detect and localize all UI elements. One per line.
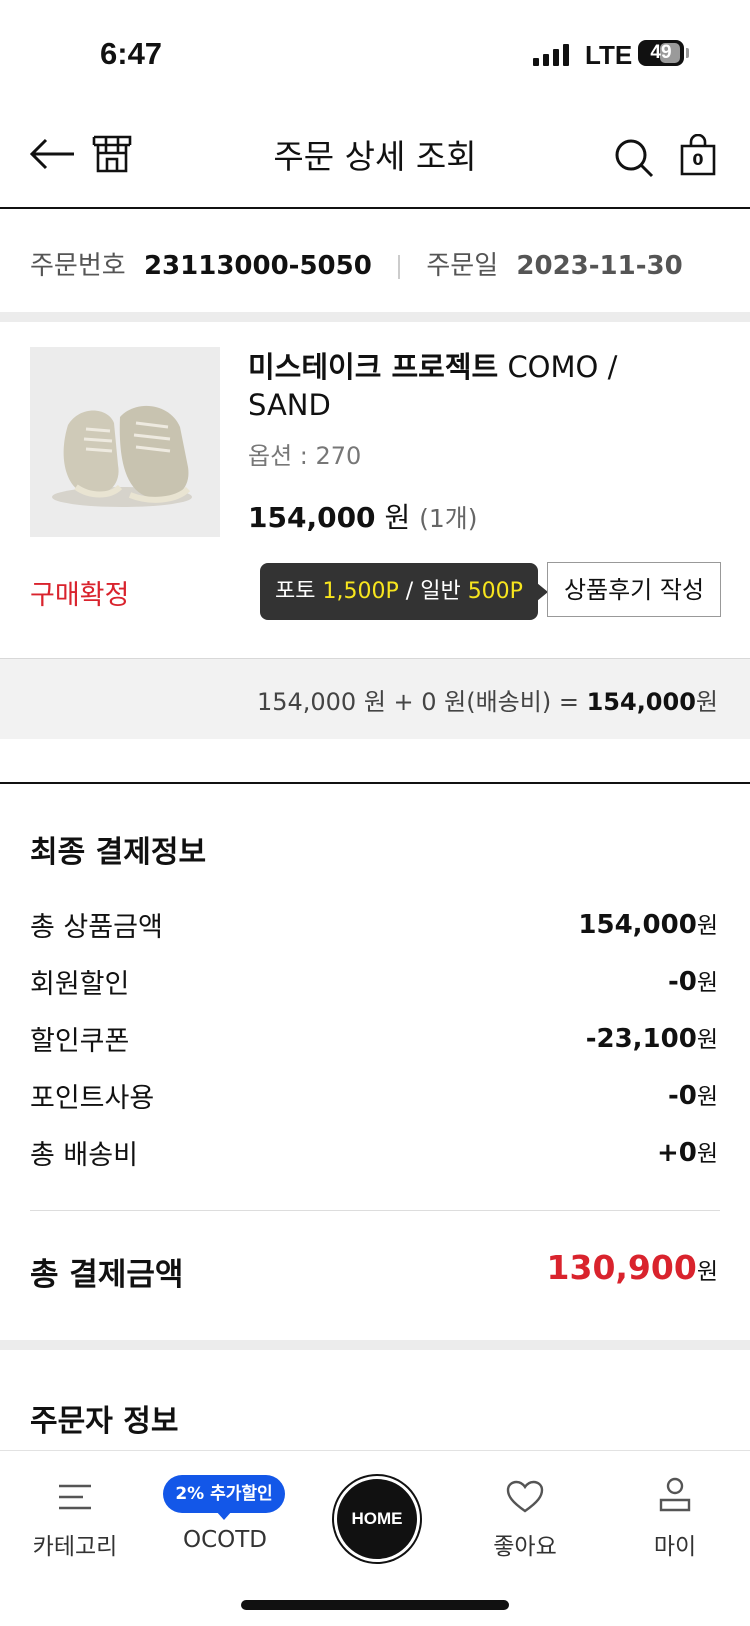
search-icon <box>615 139 654 178</box>
signal-icon <box>533 44 571 66</box>
section-divider <box>0 782 750 784</box>
battery-icon: 49 <box>638 40 684 66</box>
battery-tip <box>686 48 689 58</box>
order-date: 2023-11-30 <box>516 251 683 281</box>
review-points-tooltip: 포토 1,500P / 일반 500P <box>260 563 538 620</box>
network-label: LTE <box>585 40 633 70</box>
menu-icon <box>59 1484 91 1510</box>
section-gap <box>0 1340 750 1350</box>
orderer-title: 주문자 정보 <box>30 1404 179 1439</box>
row-label: 포인트사용 <box>30 1083 155 1114</box>
order-number: 23113000-5050 <box>143 251 372 281</box>
payment-divider <box>30 1210 720 1211</box>
nav-item-my[interactable]: 마이 <box>600 1470 750 1560</box>
order-status: 구매확정 <box>30 580 130 611</box>
home-indicator[interactable] <box>241 1600 509 1610</box>
payment-title: 최종 결제정보 <box>30 835 207 870</box>
row-value: -23,100원 <box>585 1024 718 1054</box>
row-label: 회원할인 <box>30 969 130 1000</box>
product-brand: 미스테이크 프로젝트 <box>248 350 499 384</box>
order-date-label: 주문일 <box>426 251 499 281</box>
home-button[interactable]: HOME <box>334 1476 420 1562</box>
cart-count: 0 <box>692 150 704 169</box>
header-divider <box>0 207 750 209</box>
status-time: 6:47 <box>100 36 163 71</box>
total-label: 총 결제금액 <box>30 1257 184 1293</box>
row-label: 총 배송비 <box>30 1140 138 1171</box>
total-value: 130,900원 <box>546 1248 718 1287</box>
order-meta: 주문번호 23113000-5050 주문일 2023-11-30 <box>30 245 683 282</box>
row-label: 총 상품금액 <box>30 912 163 943</box>
write-review-button[interactable]: 상품후기 작성 <box>547 562 721 617</box>
row-value: 154,000원 <box>578 910 718 940</box>
nav-item-likes[interactable]: 좋아요 <box>450 1470 600 1560</box>
heart-icon <box>506 1480 544 1513</box>
order-summary: 154,000 원 + 0 원(배송비) = 154,000원 <box>256 688 718 716</box>
section-gap <box>0 312 750 322</box>
nav-item-category[interactable]: 카테고리 <box>0 1470 150 1560</box>
cart-button[interactable]: 0 <box>680 133 716 176</box>
price-value: 154,000 <box>248 501 376 534</box>
row-value: -0원 <box>667 967 718 997</box>
search-button[interactable] <box>614 138 654 178</box>
meta-separator <box>398 254 401 279</box>
row-label: 할인쿠폰 <box>30 1026 130 1057</box>
product-name[interactable]: 미스테이크 프로젝트 COMO / SAND <box>248 348 668 424</box>
product-price: 154,000 원 (1개) <box>248 496 478 536</box>
nav-item-ocotd[interactable]: OCOTD <box>150 1470 300 1560</box>
product-option: 옵션 : 270 <box>248 442 362 470</box>
row-value: -0원 <box>667 1081 718 1111</box>
price-unit: 원 <box>384 501 411 534</box>
product-image[interactable] <box>30 347 220 537</box>
quantity: (1개) <box>419 504 478 533</box>
order-number-label: 주문번호 <box>30 251 126 281</box>
person-icon <box>659 1477 691 1512</box>
row-value: +0원 <box>656 1138 718 1168</box>
